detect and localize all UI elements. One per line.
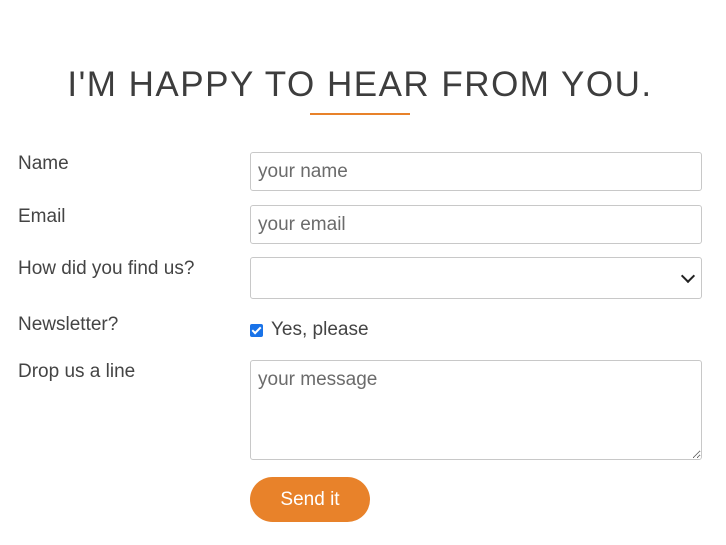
newsletter-label: Newsletter? [18, 314, 119, 335]
name-input[interactable] [250, 152, 702, 191]
source-select[interactable] [250, 257, 702, 299]
contact-page: I'M HAPPY TO HEAR FROM YOU. Name Email H… [0, 0, 726, 545]
checkmark-icon [251, 324, 262, 334]
send-button[interactable]: Send it [250, 477, 370, 522]
newsletter-checkbox[interactable] [250, 323, 263, 337]
email-label: Email [18, 206, 66, 227]
newsletter-option: Yes, please [250, 318, 369, 342]
message-textarea[interactable] [250, 360, 702, 460]
source-label: How did you find us? [18, 258, 195, 279]
email-input[interactable] [250, 205, 702, 244]
page-title: I'M HAPPY TO HEAR FROM YOU. [67, 65, 653, 105]
newsletter-checkbox-label[interactable]: Yes, please [271, 318, 369, 342]
title-divider [310, 113, 410, 115]
message-label: Drop us a line [18, 361, 136, 382]
chevron-down-icon [680, 268, 696, 283]
name-label: Name [18, 153, 69, 174]
